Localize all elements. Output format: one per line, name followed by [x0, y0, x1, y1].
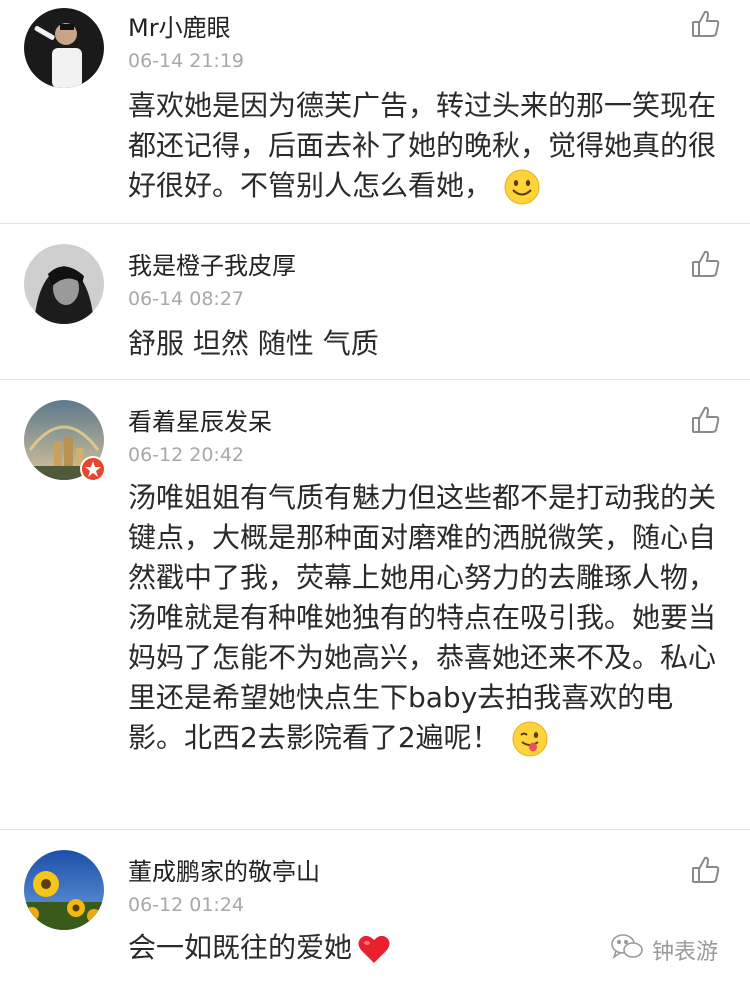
smile-emoji	[504, 169, 540, 205]
username[interactable]: 看着星辰发呆	[128, 402, 272, 437]
timestamp: 06-14 21:19	[128, 50, 245, 72]
comment-item: 我是橙子我皮厚 06-14 08:27 舒服 坦然 随性 气质	[0, 224, 750, 380]
comment-text: 汤唯姐姐有气质有魅力但这些都不是打动我的关键点，大概是那种面对磨难的洒脱微笑，随…	[128, 478, 718, 758]
like-icon[interactable]	[690, 404, 722, 436]
like-icon[interactable]	[690, 8, 722, 40]
comment-body: 会一如既往的爱她	[128, 931, 353, 964]
comment-text: 舒服 坦然 随性 气质	[128, 327, 379, 360]
verified-badge-icon	[80, 456, 106, 482]
heart-emoji	[356, 931, 392, 967]
comment-item: 看着星辰发呆 06-12 20:42 汤唯姐姐有气质有魅力但这些都不是打动我的关…	[0, 380, 750, 830]
avatar[interactable]	[24, 8, 104, 88]
wechat-icon	[610, 932, 644, 968]
watermark-text: 钟表游	[652, 940, 719, 965]
username[interactable]: 董成鹏家的敬亭山	[128, 852, 320, 887]
comment-item: Mr小鹿眼 06-14 21:19 喜欢她是因为德芙广告，转过头来的那一笑现在都…	[0, 0, 750, 224]
timestamp: 06-12 20:42	[128, 444, 245, 466]
comment-text: 喜欢她是因为德芙广告，转过头来的那一笑现在都还记得，后面去补了她的晚秋，觉得她真…	[128, 86, 718, 206]
comment-body: 汤唯姐姐有气质有魅力但这些都不是打动我的关键点，大概是那种面对磨难的洒脱微笑，随…	[128, 481, 717, 754]
like-icon[interactable]	[690, 248, 722, 280]
avatar[interactable]	[24, 244, 104, 324]
watermark: 钟表游	[610, 930, 718, 970]
comment-body: 喜欢她是因为德芙广告，转过头来的那一笑现在都还记得，后面去补了她的晚秋，觉得她真…	[128, 89, 717, 202]
username[interactable]: Mr小鹿眼	[128, 8, 231, 43]
timestamp: 06-12 01:24	[128, 894, 245, 916]
tongue-wink-emoji	[512, 721, 548, 757]
like-icon[interactable]	[690, 854, 722, 886]
avatar[interactable]	[24, 850, 104, 930]
timestamp: 06-14 08:27	[128, 288, 245, 310]
username[interactable]: 我是橙子我皮厚	[128, 246, 296, 281]
